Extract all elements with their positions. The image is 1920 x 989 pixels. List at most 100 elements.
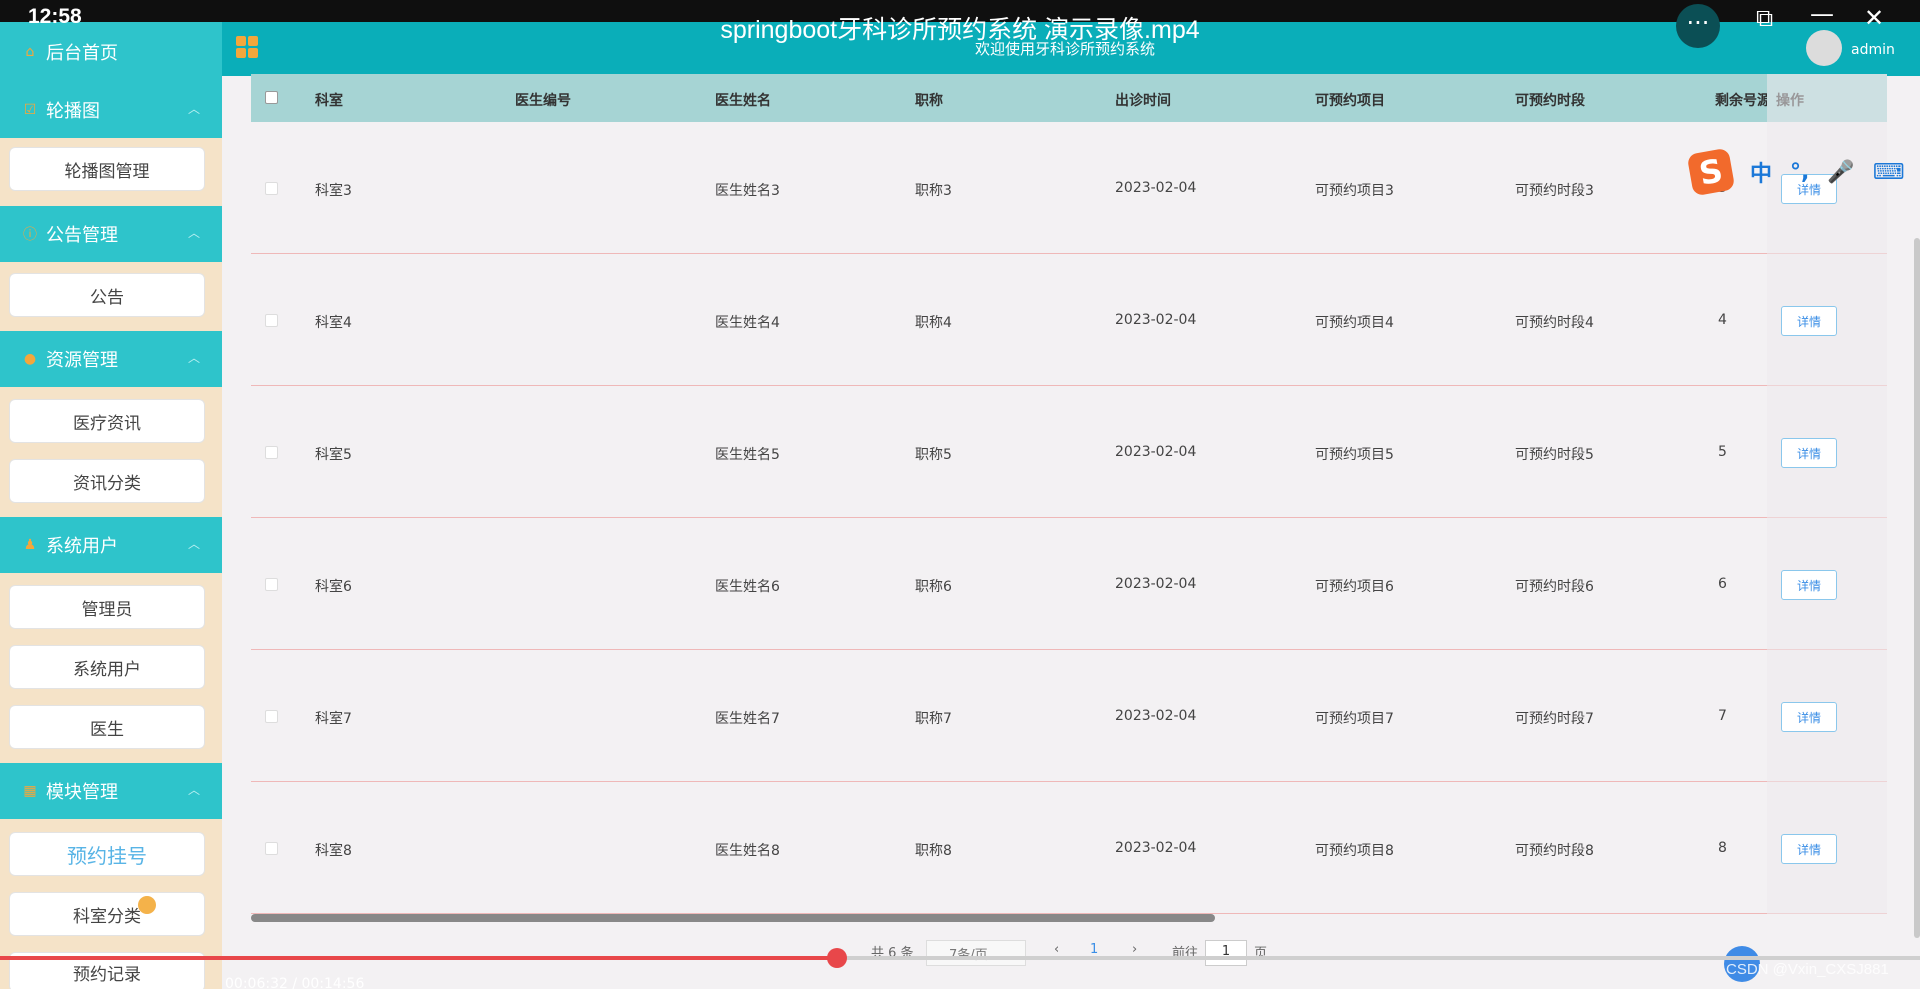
- video-progress-knob[interactable]: [827, 948, 848, 968]
- sidebar-group-label: 轮播图: [46, 101, 100, 122]
- col-date: 出诊时间: [1115, 93, 1171, 109]
- table-row[interactable]: 科室8 医生姓名8 职称8 2023-02-04 可预约项目8 可预约时段8 8: [251, 782, 1887, 914]
- cell-name: 医生姓名4: [715, 315, 780, 331]
- sidebar-group-label: 资源管理: [46, 350, 118, 371]
- sidebar-item-admin[interactable]: 管理员: [9, 585, 205, 629]
- col-title: 职称: [915, 93, 943, 109]
- chevron-up-icon: ︿: [188, 783, 201, 797]
- prev-page-button[interactable]: ‹: [1054, 942, 1059, 957]
- row-checkbox[interactable]: [265, 182, 278, 195]
- detail-button[interactable]: 详情: [1781, 306, 1837, 336]
- cell-date: 2023-02-04: [1115, 840, 1197, 856]
- row-checkbox[interactable]: [265, 314, 278, 327]
- keyboard-icon[interactable]: ⌨: [1873, 160, 1905, 185]
- col-item: 可预约项目: [1315, 93, 1385, 109]
- sidebar-group-notice[interactable]: ⓘ 公告管理 ︿: [0, 206, 222, 262]
- sidebar-item-carousel-manage[interactable]: 轮播图管理: [9, 147, 205, 191]
- page-size-select[interactable]: 7条/页: [926, 940, 1026, 966]
- sogou-logo[interactable]: S: [1686, 147, 1736, 197]
- cell-item: 可预约项目5: [1315, 447, 1394, 463]
- cell-slot: 可预约时段7: [1515, 711, 1594, 727]
- watermark: CSDN @Vxin_CXSJ881: [1726, 961, 1889, 978]
- cell-name: 医生姓名3: [715, 183, 780, 199]
- cell-item: 可预约项目7: [1315, 711, 1394, 727]
- table-row[interactable]: 科室4 医生姓名4 职称4 2023-02-04 可预约项目4 可预约时段4 4: [251, 254, 1887, 386]
- sidebar-group-label: 公告管理: [46, 225, 118, 246]
- chevron-up-icon: ︿: [188, 226, 201, 240]
- table-row[interactable]: 科室5 医生姓名5 职称5 2023-02-04 可预约项目5 可预约时段5 5: [251, 386, 1887, 518]
- row-checkbox[interactable]: [265, 842, 278, 855]
- user-icon: ♟: [23, 537, 37, 553]
- sidebar-group-carousel[interactable]: ☑ 轮播图 ︿: [0, 82, 222, 138]
- cell-name: 医生姓名7: [715, 711, 780, 727]
- microphone-icon[interactable]: 🎤: [1827, 160, 1854, 185]
- cell-name: 医生姓名5: [715, 447, 780, 463]
- sidebar-item-system-users[interactable]: 系统用户: [9, 645, 205, 689]
- cell-item: 可预约项目8: [1315, 843, 1394, 859]
- horizontal-scrollbar[interactable]: [251, 914, 1215, 922]
- image-icon: ☑: [23, 102, 37, 118]
- sidebar-item-news-category[interactable]: 资讯分类: [9, 459, 205, 503]
- cell-slot: 可预约时段6: [1515, 579, 1594, 595]
- detail-button[interactable]: 详情: [1781, 438, 1837, 468]
- ime-toolbar: S 中 °, 🎤 ⌨ ▦: [1686, 147, 1920, 197]
- cell-dept: 科室7: [315, 711, 352, 727]
- cell-title: 职称8: [915, 843, 952, 859]
- page-number[interactable]: 1: [1090, 942, 1098, 957]
- sidebar-group-modules[interactable]: ▦ 模块管理 ︿: [0, 763, 222, 819]
- video-title: springboot牙科诊所预约系统 演示录像.mp4: [720, 16, 1200, 44]
- cell-left: 6: [1718, 576, 1727, 592]
- detail-button[interactable]: 详情: [1781, 570, 1837, 600]
- goto-input[interactable]: 1: [1205, 940, 1247, 966]
- video-time: 00:06:32 / 00:14:56: [225, 976, 365, 989]
- cell-date: 2023-02-04: [1115, 312, 1197, 328]
- table-row[interactable]: 科室6 医生姓名6 职称6 2023-02-04 可预约项目6 可预约时段6 6: [251, 518, 1887, 650]
- row-checkbox[interactable]: [265, 446, 278, 459]
- chevron-up-icon: ︿: [188, 351, 201, 365]
- row-checkbox[interactable]: [265, 710, 278, 723]
- cell-slot: 可预约时段8: [1515, 843, 1594, 859]
- more-icon[interactable]: ···: [1676, 4, 1720, 48]
- chevron-up-icon: ︿: [188, 102, 201, 116]
- sidebar-item-dept-category[interactable]: 科室分类: [9, 892, 205, 936]
- col-dept: 科室: [315, 93, 343, 109]
- sidebar-group-label: 模块管理: [46, 782, 118, 803]
- punct-icon[interactable]: °,: [1790, 160, 1809, 185]
- cell-slot: 可预约时段3: [1515, 183, 1594, 199]
- cell-title: 职称6: [915, 579, 952, 595]
- sidebar-item-doctor[interactable]: 医生: [9, 705, 205, 749]
- next-page-button[interactable]: ›: [1132, 942, 1137, 957]
- pin-icon: ●: [23, 351, 37, 367]
- cell-item: 可预约项目4: [1315, 315, 1394, 331]
- cell-left: 7: [1718, 708, 1727, 724]
- select-all-checkbox[interactable]: [265, 91, 278, 104]
- row-checkbox[interactable]: [265, 578, 278, 591]
- vertical-scrollbar[interactable]: [1914, 238, 1920, 938]
- cell-left: 8: [1718, 840, 1727, 856]
- pip-icon[interactable]: ⧉: [1756, 4, 1773, 32]
- cell-slot: 可预约时段5: [1515, 447, 1594, 463]
- minimize-icon[interactable]: —: [1810, 0, 1834, 28]
- cell-dept: 科室8: [315, 843, 352, 859]
- close-icon[interactable]: ✕: [1864, 4, 1884, 32]
- sidebar-item-appointment[interactable]: 预约挂号: [9, 832, 205, 876]
- cell-date: 2023-02-04: [1115, 708, 1197, 724]
- video-progress-fill: [0, 956, 838, 960]
- cell-title: 职称3: [915, 183, 952, 199]
- detail-button[interactable]: 详情: [1781, 834, 1837, 864]
- col-doc-name: 医生姓名: [715, 93, 771, 109]
- sidebar-item-notice[interactable]: 公告: [9, 273, 205, 317]
- sidebar-group-users[interactable]: ♟ 系统用户 ︿: [0, 517, 222, 573]
- detail-button[interactable]: 详情: [1781, 702, 1837, 732]
- col-left: 剩余号源: [1715, 93, 1767, 109]
- table-row[interactable]: 科室3医生姓名3职称32023-02-04可预约项目3可预约时段33: [251, 122, 1887, 254]
- lang-icon[interactable]: 中: [1750, 156, 1772, 188]
- col-doc-no: 医生编号: [515, 93, 571, 109]
- info-icon: ⓘ: [23, 227, 37, 243]
- grid-icon: ▦: [23, 783, 37, 799]
- sidebar-item-medical-news[interactable]: 医疗资讯: [9, 399, 205, 443]
- sidebar-group-resource[interactable]: ● 资源管理 ︿: [0, 331, 222, 387]
- table-header: 科室 医生编号 医生姓名 职称 出诊时间 可预约项目 可预约时段 剩余号源 操作: [251, 74, 1887, 122]
- cell-left: 4: [1718, 312, 1727, 328]
- table-row[interactable]: 科室7 医生姓名7 职称7 2023-02-04 可预约项目7 可预约时段7 7: [251, 650, 1887, 782]
